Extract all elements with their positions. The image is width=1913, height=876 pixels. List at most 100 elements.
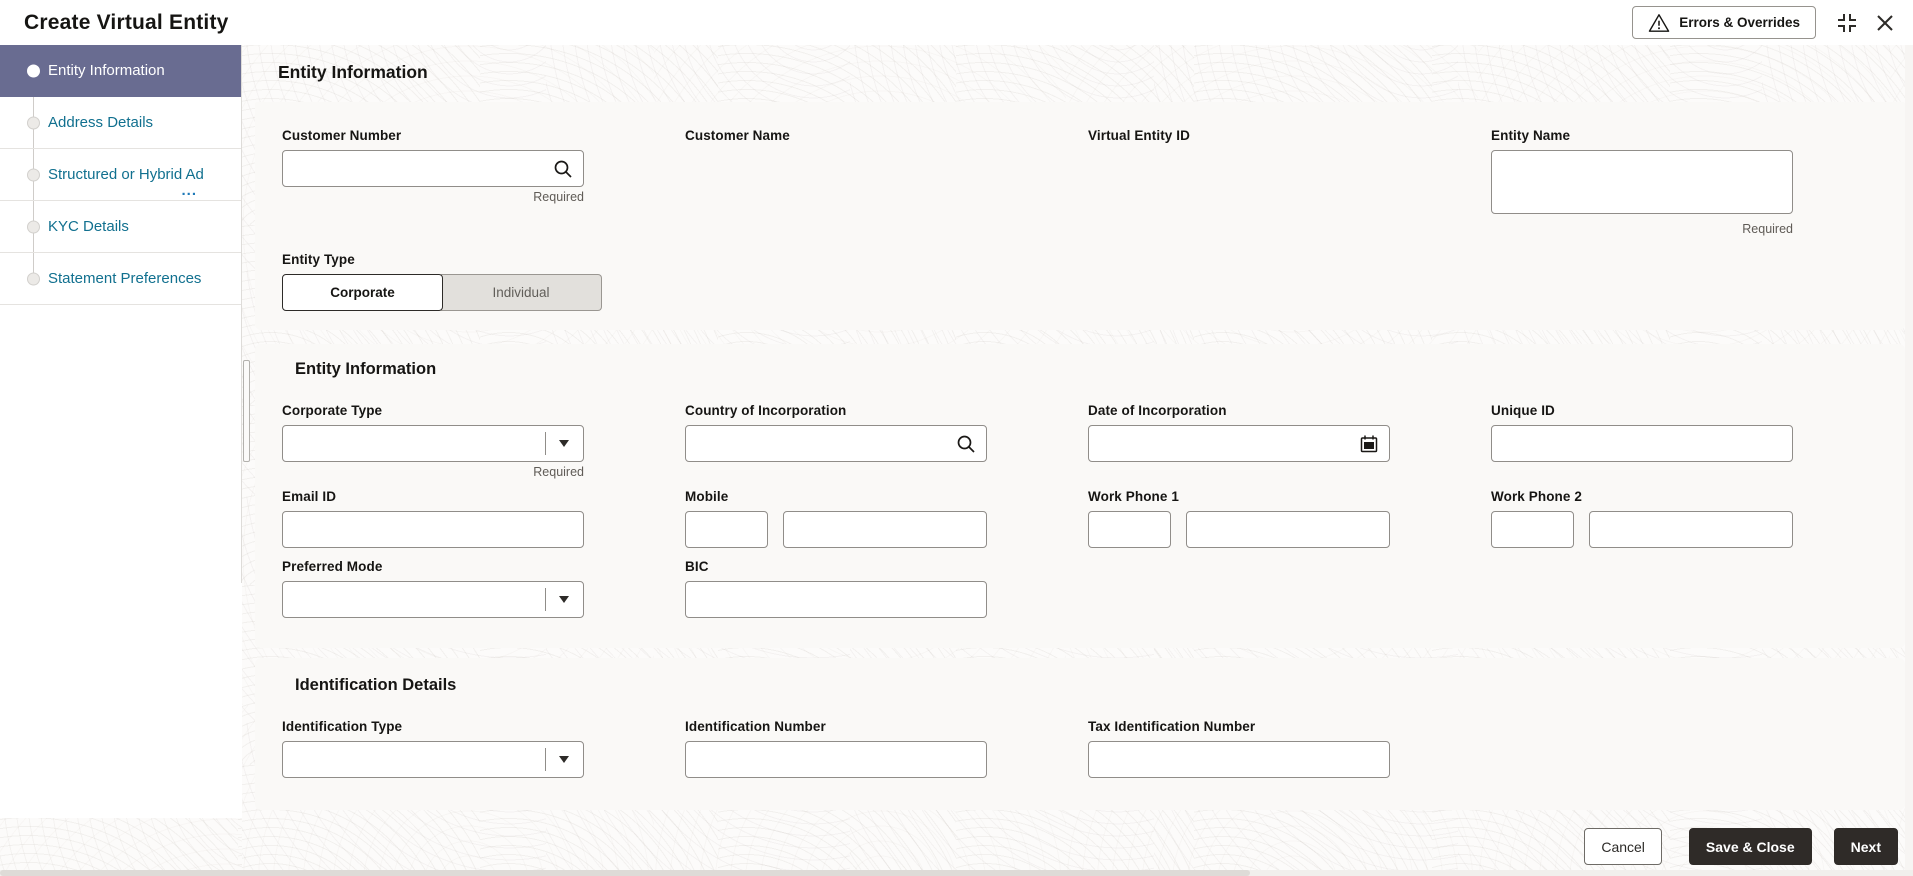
work-phone-2-field: Work Phone 2 — [1491, 489, 1793, 549]
general-info-card: Customer Number Required Customer Name V… — [255, 102, 1905, 330]
customer-number-label: Customer Number — [282, 128, 402, 143]
date-of-incorporation-input[interactable] — [1088, 425, 1390, 462]
required-hint: Required — [533, 190, 584, 204]
right-scrollbar-track[interactable] — [1905, 45, 1913, 870]
entity-name-field: Entity Name Required — [1491, 128, 1793, 236]
mobile-field: Mobile — [685, 489, 987, 549]
step-label: Address Details — [48, 114, 154, 131]
email-id-label: Email ID — [282, 489, 337, 504]
identification-number-input[interactable] — [685, 741, 987, 778]
collapse-icon[interactable] — [1832, 8, 1862, 38]
calendar-icon[interactable] — [1357, 432, 1381, 456]
work-phone-2-code-input[interactable] — [1491, 511, 1574, 548]
work-phone-1-field: Work Phone 1 — [1088, 489, 1390, 549]
email-id-field: Email ID — [282, 489, 584, 549]
sidebar-item-statement-preferences[interactable]: Statement Preferences — [0, 253, 241, 305]
customer-name-label: Customer Name — [685, 128, 790, 143]
entity-type-corporate-button[interactable]: Corporate — [282, 274, 443, 311]
mobile-number-input[interactable] — [783, 511, 987, 548]
bic-field: BIC — [685, 559, 987, 619]
required-hint: Required — [533, 465, 584, 479]
virtual-entity-id-field: Virtual Entity ID — [1088, 128, 1390, 188]
work-phone-1-label: Work Phone 1 — [1088, 489, 1179, 504]
identification-details-heading: Identification Details — [295, 676, 457, 694]
corporate-type-select[interactable] — [282, 425, 584, 462]
customer-number-field: Customer Number Required — [282, 128, 584, 204]
sidebar-item-kyc-details[interactable]: KYC Details — [0, 201, 241, 253]
entity-type-field: Entity Type Corporate Individual — [282, 252, 1905, 312]
horizontal-scrollbar-track[interactable] — [0, 870, 1913, 876]
errors-overrides-button[interactable]: Errors & Overrides — [1632, 6, 1816, 39]
country-of-incorporation-input[interactable] — [685, 425, 987, 462]
mobile-label: Mobile — [685, 489, 729, 504]
bic-label: BIC — [685, 559, 709, 574]
preferred-mode-label: Preferred Mode — [282, 559, 383, 574]
next-button[interactable]: Next — [1833, 828, 1898, 865]
page-title: Create Virtual Entity — [24, 10, 229, 34]
horizontal-scrollbar-thumb[interactable] — [0, 870, 1250, 876]
corporate-type-label: Corporate Type — [282, 403, 383, 418]
step-dot — [27, 168, 40, 181]
preferred-mode-field: Preferred Mode — [282, 559, 584, 619]
work-phone-2-number-input[interactable] — [1589, 511, 1793, 548]
unique-id-label: Unique ID — [1491, 403, 1555, 418]
sidebar-item-entity-information[interactable]: Entity Information — [0, 45, 241, 97]
country-of-incorporation-field: Country of Incorporation — [685, 403, 987, 463]
identification-type-field: Identification Type — [282, 719, 584, 779]
chevron-down-icon[interactable] — [545, 426, 583, 461]
identification-details-card: Identification Details Identification Ty… — [255, 658, 1905, 810]
save-and-close-button[interactable]: Save & Close — [1688, 828, 1812, 865]
entity-information-card: Entity Information Corporate Type Requir… — [255, 344, 1905, 648]
unique-id-field: Unique ID — [1491, 403, 1793, 463]
sidebar-item-structured-or-hybrid-address[interactable]: Structured or Hybrid Ad ... — [0, 149, 241, 201]
step-label: Entity Information — [48, 62, 165, 79]
tax-identification-number-field: Tax Identification Number — [1088, 719, 1390, 779]
sidebar-scrollbar-thumb[interactable] — [243, 360, 250, 462]
step-label: Statement Preferences — [48, 270, 202, 287]
section-page-heading: Entity Information — [278, 62, 428, 82]
search-icon[interactable] — [551, 157, 575, 181]
identification-type-select[interactable] — [282, 741, 584, 778]
step-label: KYC Details — [48, 218, 129, 235]
chevron-down-icon[interactable] — [545, 742, 583, 777]
steps-sidebar: Entity Information Address Details Struc… — [0, 45, 242, 583]
corporate-type-field: Corporate Type Required — [282, 403, 584, 479]
bic-input[interactable] — [685, 581, 987, 618]
date-of-incorporation-label: Date of Incorporation — [1088, 403, 1227, 418]
preferred-mode-select[interactable] — [282, 581, 584, 618]
work-phone-1-code-input[interactable] — [1088, 511, 1171, 548]
entity-type-toggle: Corporate Individual — [282, 274, 1905, 311]
close-icon[interactable] — [1872, 10, 1898, 36]
step-label-ellipsis: ... — [181, 182, 197, 199]
sidebar-extension — [0, 583, 242, 818]
email-id-input[interactable] — [282, 511, 584, 548]
work-phone-1-number-input[interactable] — [1186, 511, 1390, 548]
footer-background-strip — [0, 818, 242, 876]
sidebar-item-address-details[interactable]: Address Details — [0, 97, 241, 149]
work-phone-2-label: Work Phone 2 — [1491, 489, 1582, 504]
chevron-down-icon[interactable] — [545, 582, 583, 617]
virtual-entity-id-label: Virtual Entity ID — [1088, 128, 1190, 143]
required-hint: Required — [1742, 222, 1793, 236]
step-dot — [27, 220, 40, 233]
entity-name-input[interactable] — [1491, 150, 1793, 214]
entity-information-heading: Entity Information — [295, 360, 437, 378]
country-of-incorporation-label: Country of Incorporation — [685, 403, 847, 418]
search-icon[interactable] — [954, 432, 978, 456]
unique-id-input[interactable] — [1491, 425, 1793, 462]
step-dot — [27, 116, 40, 129]
errors-overrides-label: Errors & Overrides — [1679, 15, 1800, 30]
header-actions: Errors & Overrides — [1632, 6, 1898, 39]
mobile-country-code-input[interactable] — [685, 511, 768, 548]
window-header: Create Virtual Entity Errors & Overrides — [0, 0, 1913, 45]
entity-type-individual-button[interactable]: Individual — [441, 274, 602, 311]
warning-triangle-icon — [1648, 13, 1670, 33]
tax-identification-number-label: Tax Identification Number — [1088, 719, 1256, 734]
cancel-button[interactable]: Cancel — [1584, 828, 1662, 865]
identification-type-label: Identification Type — [282, 719, 403, 734]
customer-name-field: Customer Name — [685, 128, 987, 188]
footer-actions: Cancel Save & Close Next — [1584, 828, 1898, 865]
customer-number-input[interactable] — [282, 150, 584, 187]
date-of-incorporation-field: Date of Incorporation — [1088, 403, 1390, 463]
tax-identification-number-input[interactable] — [1088, 741, 1390, 778]
